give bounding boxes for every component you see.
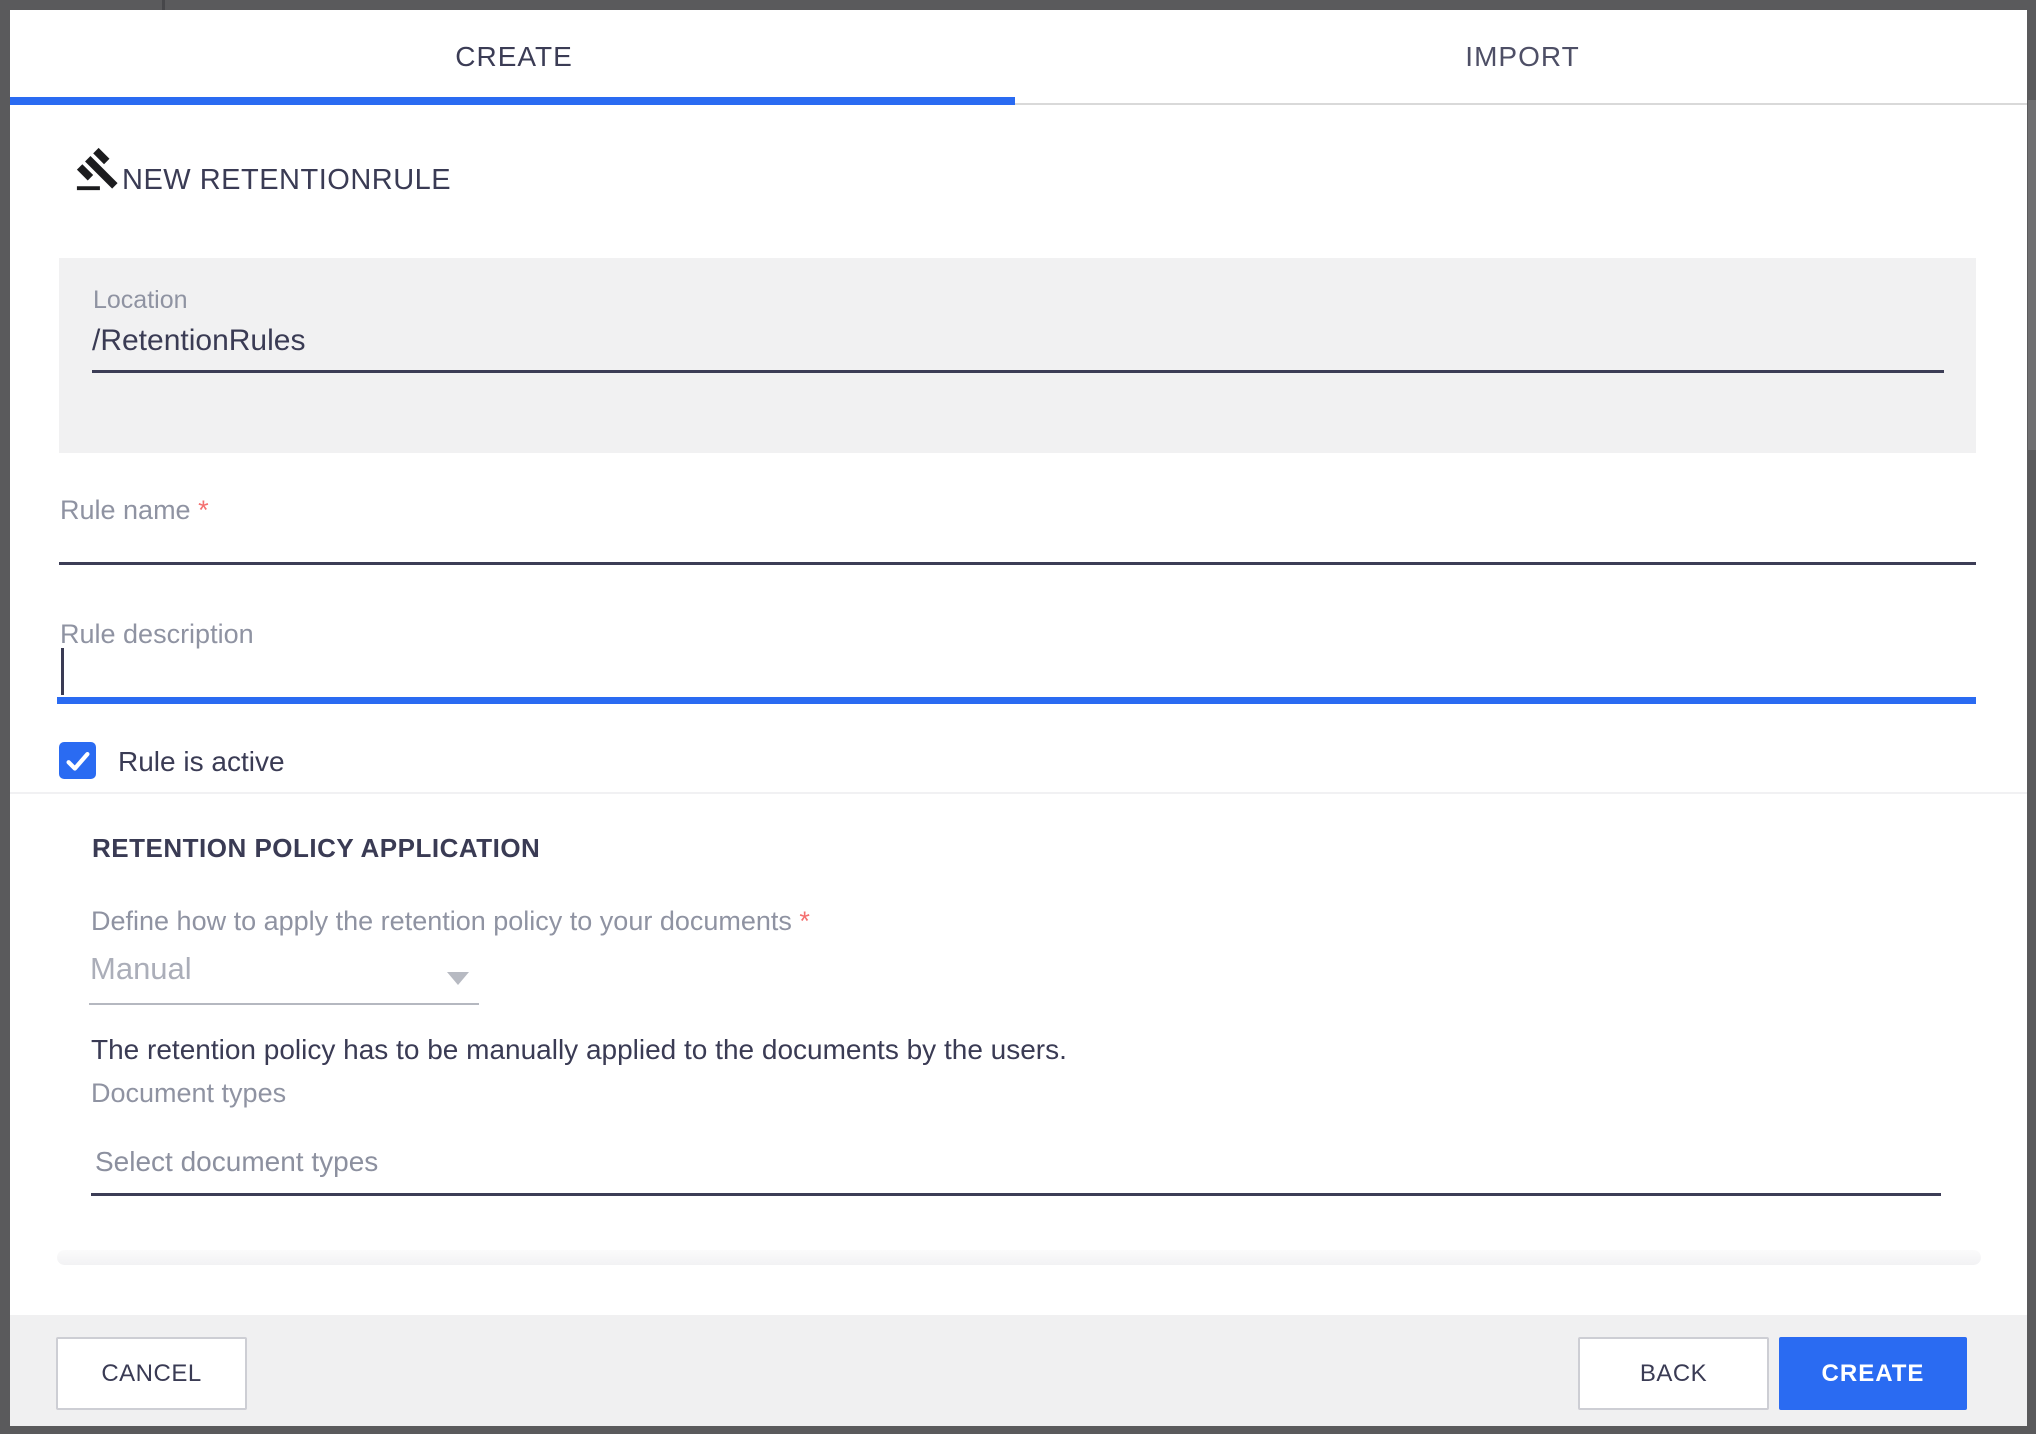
- location-underline: [92, 370, 1944, 373]
- checkmark-icon: [66, 751, 89, 771]
- apply-mode-helper-text: The retention policy has to be manually …: [91, 1034, 1067, 1065]
- text-caret: [61, 648, 64, 695]
- location-input[interactable]: /RetentionRules: [92, 320, 305, 362]
- required-asterisk: *: [799, 906, 810, 936]
- dropdown-arrow-icon: [447, 972, 469, 985]
- tab-create-label: CREATE: [455, 40, 573, 72]
- screen-backdrop: CREATE IMPORT NEW RETENTIONRULE Location…: [0, 0, 2036, 1434]
- active-tab-indicator: [10, 97, 1015, 105]
- tab-bar: CREATE IMPORT: [10, 10, 2027, 105]
- page-title: NEW RETENTIONRULE: [122, 164, 452, 196]
- gavel-icon: [76, 147, 118, 191]
- location-label: Location: [93, 286, 188, 314]
- tab-import-label: IMPORT: [1465, 40, 1580, 72]
- apply-mode-underline: [89, 1003, 479, 1005]
- apply-mode-select[interactable]: Manual: [90, 948, 192, 990]
- back-button[interactable]: BACK: [1578, 1337, 1769, 1410]
- rule-description-input[interactable]: [57, 652, 1976, 697]
- dialog-footer: CANCEL BACK CREATE: [10, 1315, 2027, 1426]
- rule-name-label: Rule name *: [60, 495, 209, 525]
- tab-import[interactable]: IMPORT: [1018, 10, 2027, 103]
- create-retention-rule-dialog: CREATE IMPORT NEW RETENTIONRULE Location…: [10, 10, 2027, 1426]
- document-types-input[interactable]: Select document types: [95, 1143, 378, 1181]
- backdrop-scrollbar: [2028, 100, 2036, 450]
- tab-create[interactable]: CREATE: [10, 10, 1018, 103]
- rule-active-label[interactable]: Rule is active: [118, 745, 285, 779]
- create-button[interactable]: CREATE: [1779, 1337, 1967, 1410]
- content-bottom-fade: [57, 1250, 1981, 1265]
- rule-name-underline: [59, 562, 1976, 565]
- required-asterisk: *: [198, 495, 209, 525]
- rule-description-underline-focused: [57, 697, 1976, 704]
- document-types-underline: [91, 1193, 1941, 1196]
- document-types-label: Document types: [91, 1078, 287, 1108]
- rule-name-input[interactable]: [59, 528, 1976, 562]
- apply-mode-label: Define how to apply the retention policy…: [91, 906, 810, 936]
- rule-active-checkbox[interactable]: [59, 742, 96, 779]
- location-panel: Location /RetentionRules: [59, 258, 1976, 453]
- cancel-button[interactable]: CANCEL: [56, 1337, 247, 1410]
- backdrop-seam: [162, 0, 165, 10]
- section-divider: [10, 792, 2027, 794]
- rule-description-label: Rule description: [60, 619, 254, 649]
- section-title: RETENTION POLICY APPLICATION: [92, 833, 541, 863]
